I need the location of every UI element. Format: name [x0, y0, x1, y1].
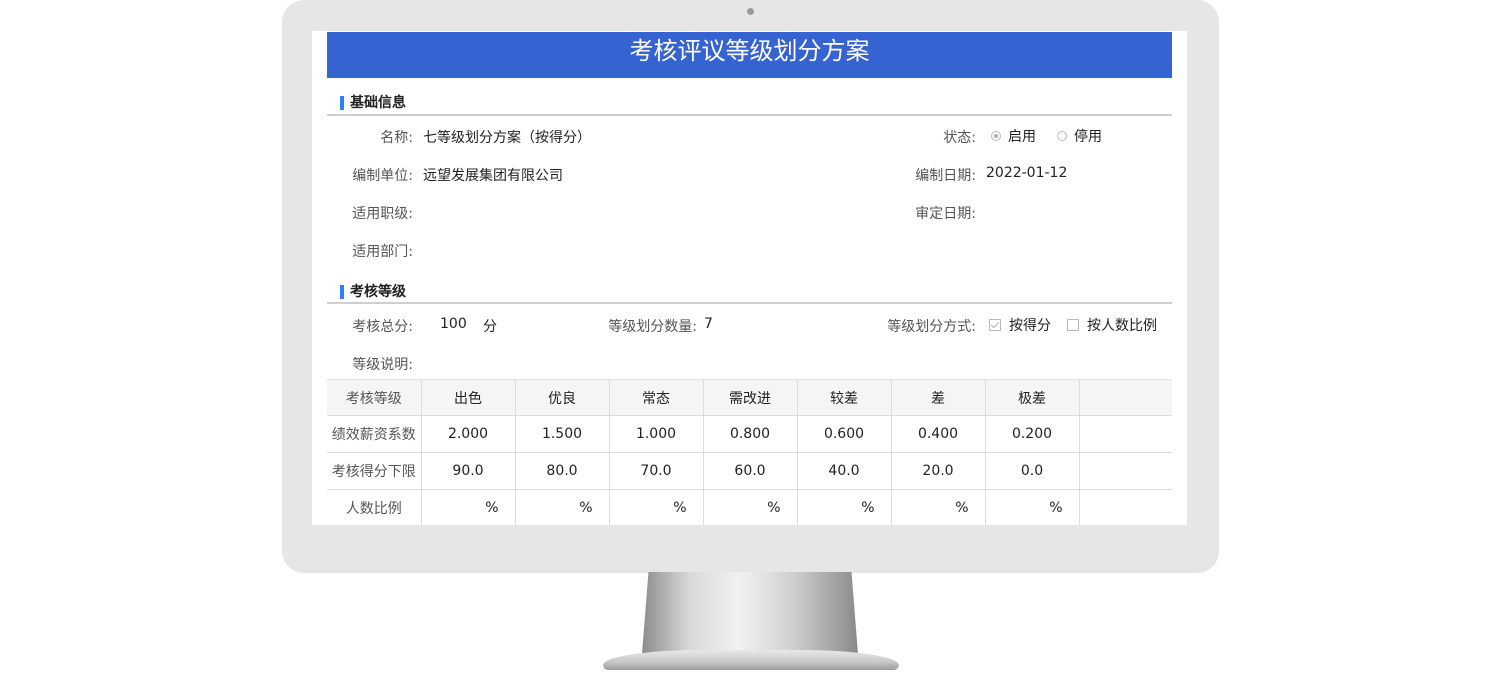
- table-row-min-scores: 考核得分下限 90.0 80.0 70.0 60.0 40.0 20.0 0.0: [327, 452, 1172, 490]
- min-score-cell[interactable]: 80.0: [515, 452, 610, 490]
- total-score-unit: 分: [483, 319, 497, 335]
- min-score-cell[interactable]: 90.0: [421, 452, 516, 490]
- total-score-value: 100: [440, 316, 467, 332]
- grade-level-cell: 较差: [797, 379, 892, 416]
- grade-count-label: 等级划分数量:: [608, 319, 697, 335]
- empty-cell: [1079, 415, 1172, 453]
- checkbox-checked-icon: [989, 319, 1001, 331]
- date-value: 2022-01-12: [986, 165, 1068, 181]
- webcam-dot: [747, 8, 754, 15]
- ratio-cell[interactable]: %: [515, 489, 610, 525]
- empty-cell: [1079, 379, 1172, 416]
- coefficient-cell[interactable]: 0.400: [891, 415, 986, 453]
- grade-level-cell: 常态: [609, 379, 704, 416]
- coefficient-cell[interactable]: 0.600: [797, 415, 892, 453]
- empty-cell: [1079, 489, 1172, 525]
- status-radio-enabled[interactable]: 启用: [991, 126, 1036, 146]
- ratio-cell[interactable]: %: [421, 489, 516, 525]
- ratio-cell[interactable]: %: [703, 489, 798, 525]
- coefficient-cell[interactable]: 0.800: [703, 415, 798, 453]
- row-header: 考核得分下限: [327, 452, 422, 490]
- method-checkbox-by-score[interactable]: 按得分: [989, 315, 1051, 335]
- coefficient-cell[interactable]: 2.000: [421, 415, 516, 453]
- row-header: 人数比例: [327, 489, 422, 525]
- ratio-cell[interactable]: %: [985, 489, 1080, 525]
- page-title: 考核评议等级划分方案: [327, 32, 1172, 78]
- method-checkbox-by-ratio[interactable]: 按人数比例: [1067, 315, 1157, 335]
- min-score-cell[interactable]: 70.0: [609, 452, 704, 490]
- status-option-label: 停用: [1074, 129, 1102, 145]
- section-divider: [327, 302, 1172, 304]
- section-title-basic-info: 基础信息: [340, 95, 406, 111]
- grade-level-cell: 需改进: [703, 379, 798, 416]
- screen: 考核评议等级划分方案 基础信息 名称: 七等级划分方案（按得分） 状态: 启用 …: [312, 31, 1187, 525]
- table-row-levels: 考核等级 出色 优良 常态 需改进 较差 差 极差: [327, 379, 1172, 416]
- min-score-cell[interactable]: 40.0: [797, 452, 892, 490]
- row-header: 考核等级: [327, 379, 422, 416]
- section-title-grades: 考核等级: [340, 284, 406, 300]
- coefficient-cell[interactable]: 1.500: [515, 415, 610, 453]
- rank-label: 适用职级:: [352, 206, 413, 222]
- table-row-ratio: 人数比例 % % % % % % %: [327, 489, 1172, 525]
- name-label: 名称:: [380, 130, 413, 146]
- method-option-label: 按人数比例: [1087, 318, 1157, 334]
- dept-label: 适用部门:: [352, 244, 413, 260]
- ratio-cell[interactable]: %: [797, 489, 892, 525]
- table-row-coefficients: 绩效薪资系数 2.000 1.500 1.000 0.800 0.600 0.4…: [327, 415, 1172, 453]
- coefficient-cell[interactable]: 0.200: [985, 415, 1080, 453]
- min-score-cell[interactable]: 60.0: [703, 452, 798, 490]
- empty-cell: [1079, 452, 1172, 490]
- coefficient-cell[interactable]: 1.000: [609, 415, 704, 453]
- ratio-cell[interactable]: %: [891, 489, 986, 525]
- org-value: 远望发展集团有限公司: [423, 168, 563, 184]
- org-label: 编制单位:: [352, 168, 413, 184]
- grade-level-cell: 优良: [515, 379, 610, 416]
- min-score-cell[interactable]: 20.0: [891, 452, 986, 490]
- status-radio-disabled[interactable]: 停用: [1057, 126, 1102, 146]
- row-header: 绩效薪资系数: [327, 415, 422, 453]
- grade-count-value: 7: [704, 316, 713, 332]
- name-value: 七等级划分方案（按得分）: [423, 130, 591, 146]
- grade-level-cell: 出色: [421, 379, 516, 416]
- grade-level-cell: 差: [891, 379, 986, 416]
- method-option-label: 按得分: [1009, 318, 1051, 334]
- status-option-label: 启用: [1008, 129, 1036, 145]
- total-score-label: 考核总分:: [352, 319, 413, 335]
- section-divider: [327, 114, 1172, 116]
- monitor-stand-base: [603, 650, 899, 670]
- method-label: 等级划分方式:: [887, 319, 976, 335]
- approve-date-label: 审定日期:: [915, 206, 976, 222]
- ratio-cell[interactable]: %: [609, 489, 704, 525]
- grade-desc-label: 等级说明:: [352, 357, 413, 373]
- monitor-stand-neck: [642, 572, 858, 654]
- grade-table: 考核等级 出色 优良 常态 需改进 较差 差 极差 绩效薪资系数 2.000 1…: [327, 379, 1172, 525]
- checkbox-unchecked-icon: [1067, 319, 1079, 331]
- min-score-cell[interactable]: 0.0: [985, 452, 1080, 490]
- grade-level-cell: 极差: [985, 379, 1080, 416]
- radio-checked-icon: [991, 131, 1001, 141]
- status-label: 状态:: [943, 130, 976, 146]
- date-label: 编制日期:: [915, 168, 976, 184]
- radio-unchecked-icon: [1057, 131, 1067, 141]
